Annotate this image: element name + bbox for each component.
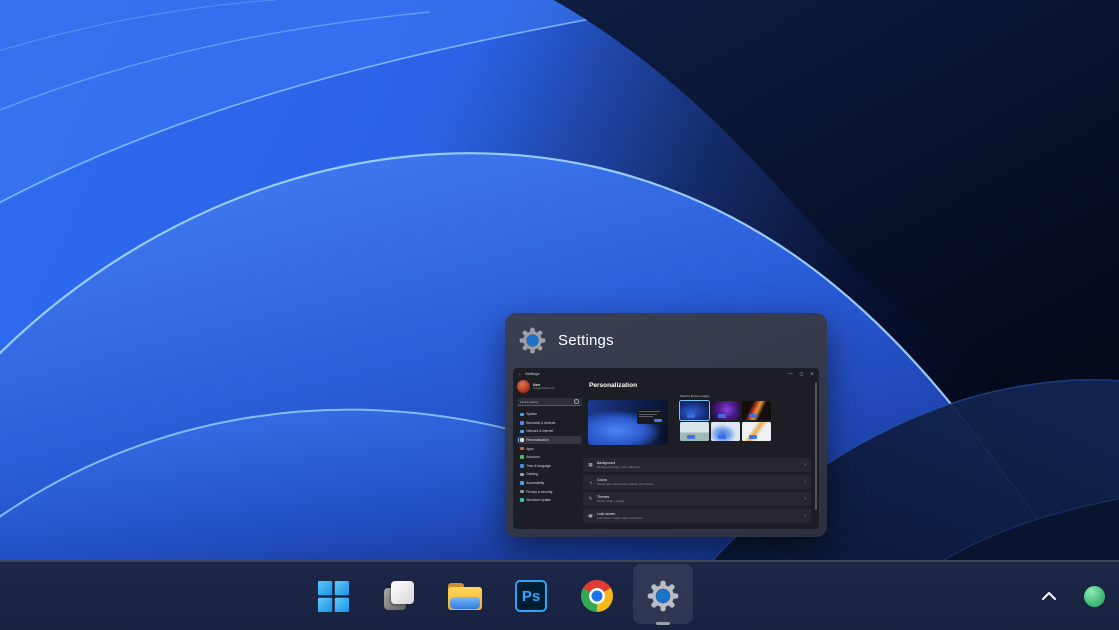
search-icon — [574, 399, 579, 404]
maximize-icon: ▢ — [800, 371, 804, 376]
captured-motion-theme — [742, 401, 771, 420]
mini-nav-list: System Bluetooth & devices Network & int… — [517, 410, 582, 505]
nav-item-time-language: Time & language — [517, 462, 582, 471]
dark-bloom-theme — [680, 401, 709, 420]
minimize-icon: — — [788, 371, 792, 376]
gear-icon — [647, 580, 679, 612]
mini-search-box: Find a setting — [517, 398, 582, 406]
row-themes: ✎ Themes Install, create, manage › — [583, 492, 811, 506]
chevron-up-icon — [1041, 591, 1057, 601]
nav-item-network: Network & internet — [517, 427, 582, 436]
task-view-button[interactable] — [366, 562, 432, 630]
windows-logo-icon — [318, 581, 349, 612]
chrome-button[interactable] — [564, 562, 630, 630]
page-title: Personalization — [589, 382, 637, 389]
back-arrow-icon: ← — [518, 371, 522, 376]
user-email: user@outlook.com — [533, 387, 555, 390]
row-lock-screen: ▣ Lock screen Lock screen images, apps, … — [583, 509, 811, 523]
theme-tile-grid — [680, 401, 771, 441]
update-arrows-icon — [520, 498, 524, 502]
wallpaper-preview-card — [588, 400, 668, 445]
chevron-right-icon: › — [804, 479, 806, 485]
sunrise-theme — [680, 422, 709, 441]
chrome-icon — [581, 580, 613, 612]
taskbar-preview-popup[interactable]: Settings ← Settings — ▢ ✕ User user@outl… — [505, 313, 827, 537]
bluetooth-icon — [520, 421, 524, 425]
mini-titlebar: ← Settings — ▢ ✕ — [513, 368, 819, 378]
preview-header: Settings — [505, 313, 827, 354]
lock-icon: ▣ — [588, 513, 593, 519]
row-background: ▦ Background Background image, color, sl… — [583, 458, 811, 472]
search-placeholder: Find a setting — [520, 400, 538, 404]
photoshop-icon: Ps — [515, 580, 547, 612]
mini-user-block: User user@outlook.com — [517, 380, 582, 393]
taskbar-app-group: Ps — [300, 562, 696, 630]
nav-item-accounts: Accounts — [517, 453, 582, 462]
nav-item-windows-update: Windows Update — [517, 496, 582, 505]
monitor-icon — [520, 413, 524, 417]
brush-icon — [520, 438, 524, 442]
accessibility-icon — [520, 481, 524, 485]
xbox-icon — [520, 473, 524, 477]
chevron-right-icon: › — [804, 496, 806, 502]
person-icon — [520, 455, 524, 459]
system-tray — [1040, 562, 1105, 630]
gear-icon — [519, 327, 546, 354]
green-status-icon[interactable] — [1084, 586, 1105, 607]
running-indicator — [656, 622, 670, 625]
mini-scrollbar — [815, 382, 817, 510]
apps-grid-icon — [520, 447, 524, 451]
taskbar: Ps — [0, 560, 1119, 630]
chevron-right-icon: › — [804, 513, 806, 519]
nav-item-bluetooth: Bluetooth & devices — [517, 419, 582, 428]
preview-tooltip-button — [654, 419, 662, 422]
theme-section-label: Select a theme to apply — [680, 394, 709, 398]
glow-theme — [711, 401, 740, 420]
nav-item-privacy: Privacy & security — [517, 487, 582, 496]
settings-button[interactable] — [630, 562, 696, 630]
clock-icon — [520, 464, 524, 468]
globe-icon — [520, 430, 524, 434]
nav-item-accessibility: Accessibility — [517, 479, 582, 488]
light-bloom-theme — [711, 422, 740, 441]
shield-icon — [520, 490, 524, 494]
settings-rows: ▦ Background Background image, color, sl… — [583, 458, 811, 526]
flow-theme — [742, 422, 771, 441]
task-view-icon — [384, 581, 414, 611]
nav-item-system: System — [517, 410, 582, 419]
mini-window-controls: — ▢ ✕ — [788, 371, 814, 376]
row-colors: ◑ Colors Accent color, transparency effe… — [583, 475, 811, 489]
settings-window-thumbnail[interactable]: ← Settings — ▢ ✕ User user@outlook.com F… — [513, 368, 819, 529]
start-button[interactable] — [300, 562, 366, 630]
close-icon: ✕ — [810, 371, 814, 376]
chevron-right-icon: › — [804, 462, 806, 468]
photoshop-button[interactable]: Ps — [498, 562, 564, 630]
avatar — [517, 380, 530, 393]
nav-item-personalization: Personalization — [517, 436, 582, 445]
palette-icon: ◑ — [588, 480, 593, 485]
photoshop-badge: Ps — [522, 588, 540, 605]
mini-window-title: Settings — [525, 371, 539, 376]
brush-icon: ✎ — [588, 496, 593, 502]
preview-tooltip — [637, 409, 664, 424]
show-hidden-icons-button[interactable] — [1040, 590, 1058, 602]
file-explorer-button[interactable] — [432, 562, 498, 630]
nav-item-apps: Apps — [517, 444, 582, 453]
folder-icon — [448, 582, 482, 610]
nav-item-gaming: Gaming — [517, 470, 582, 479]
image-icon: ▦ — [588, 462, 593, 468]
preview-app-title: Settings — [558, 332, 614, 349]
mini-sidebar: User user@outlook.com Find a setting Sys… — [513, 378, 585, 529]
